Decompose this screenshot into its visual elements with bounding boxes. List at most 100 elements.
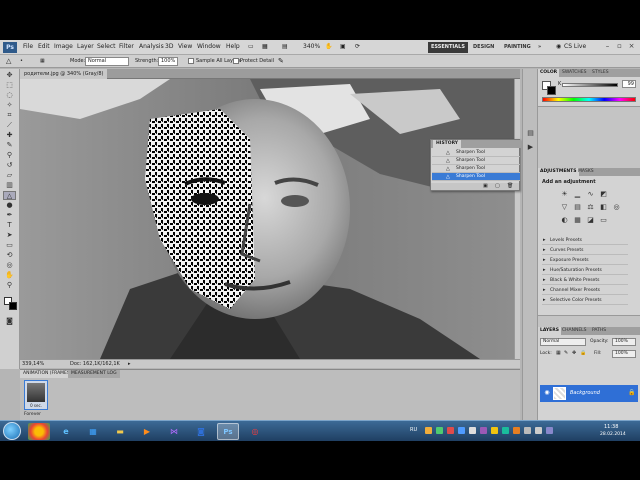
tab-channels[interactable]: CHANNELS (560, 327, 589, 335)
action-center-icon[interactable] (546, 427, 553, 434)
preset-channel-mixer[interactable]: ▸ Channel Mixer Presets (542, 286, 628, 295)
tab-masks[interactable]: MASKS (576, 168, 596, 176)
clone-stamp-tool-icon[interactable]: ⚲ (3, 151, 16, 160)
lasso-tool-icon[interactable]: ◌ (3, 91, 16, 100)
crop-tool-icon[interactable]: ⌗ (3, 111, 16, 120)
rotate-view-icon[interactable]: ⟳ (355, 43, 360, 50)
internet-explorer-icon[interactable]: e (55, 423, 77, 440)
preset-levels[interactable]: ▸ Levels Presets (542, 236, 628, 245)
k-channel-slider[interactable] (562, 83, 618, 87)
new-snapshot-icon[interactable]: ▢ (495, 183, 500, 189)
move-tool-icon[interactable]: ✥ (3, 71, 16, 80)
visual-studio-icon[interactable]: ⋈ (163, 423, 185, 440)
lock-position-icon[interactable]: ✥ (572, 350, 576, 356)
brush-panel-icon[interactable]: ▦ (40, 58, 45, 64)
tab-color[interactable]: COLOR (538, 69, 560, 77)
brightness-contrast-icon[interactable]: ☀ (560, 190, 569, 199)
clock-date[interactable]: 28.02.2014 (600, 432, 626, 437)
hue-saturation-icon[interactable]: ▤ (573, 203, 582, 212)
actions-icon[interactable]: ▶ (526, 143, 535, 152)
dodge-tool-icon[interactable]: ● (3, 201, 16, 210)
tray-icon[interactable] (491, 427, 498, 434)
menu-file[interactable]: File (23, 43, 33, 50)
frame-delay[interactable]: 0 sec. (25, 403, 47, 408)
cs-live-icon[interactable]: ◉ (556, 43, 561, 50)
menu-analysis[interactable]: Analysis (139, 43, 164, 50)
gradient-tool-icon[interactable]: ▥ (3, 181, 16, 190)
tray-icon[interactable] (502, 427, 509, 434)
eyedropper-tool-icon[interactable]: ⟋ (3, 121, 16, 130)
brush-tool-icon[interactable]: ✎ (3, 141, 16, 150)
hand-tool-icon[interactable]: ✋ (3, 271, 16, 280)
background-color[interactable] (547, 86, 556, 95)
mode-select[interactable]: Normal (85, 57, 129, 66)
blend-mode-select[interactable]: Normal (540, 338, 586, 346)
history-state[interactable]: △ Sharpen Tool (432, 157, 520, 165)
vibrance-icon[interactable]: ▽ (560, 203, 569, 212)
history-state[interactable]: △ Sharpen Tool (432, 149, 520, 157)
opera-icon[interactable]: ◎ (244, 423, 266, 440)
color-picker-swatches[interactable] (4, 297, 18, 311)
menu-layer[interactable]: Layer (77, 43, 94, 50)
loop-options[interactable]: Forever (24, 412, 41, 417)
minimize-icon[interactable]: – (603, 42, 612, 51)
history-panel-title[interactable]: HISTORY (433, 140, 462, 148)
tab-adjustments[interactable]: ADJUSTMENTS (538, 168, 579, 176)
posterize-icon[interactable]: ▦ (573, 216, 582, 225)
cs-live-label[interactable]: CS Live (564, 43, 586, 50)
hand-icon[interactable]: ✋ (325, 43, 332, 50)
protect-detail-checkbox[interactable] (233, 58, 239, 64)
menu-image[interactable]: Image (54, 43, 73, 50)
type-tool-icon[interactable]: T (3, 221, 16, 230)
threshold-icon[interactable]: ◪ (586, 216, 595, 225)
fill-input[interactable]: 100% (612, 350, 636, 358)
menu-3d[interactable]: 3D (165, 43, 173, 50)
exposure-icon[interactable]: ◩ (599, 190, 608, 199)
invert-icon[interactable]: ◐ (560, 216, 569, 225)
photoshop-task-icon[interactable]: Ps (217, 423, 239, 440)
layer-name[interactable]: Background (570, 390, 600, 396)
sharpen-tool-icon[interactable]: △ (6, 57, 11, 65)
history-state[interactable]: △ Sharpen Tool (432, 165, 520, 173)
photo-filter-icon[interactable]: ◎ (612, 203, 621, 212)
tray-icon[interactable] (458, 427, 465, 434)
workspace-more[interactable]: » (535, 42, 544, 53)
color-spectrum-bar[interactable] (542, 97, 636, 102)
3d-camera-tool-icon[interactable]: ◎ (3, 261, 16, 270)
messenger-icon[interactable]: ◙ (190, 423, 212, 440)
menu-view[interactable]: View (178, 43, 192, 50)
tray-icon[interactable] (513, 427, 520, 434)
chrome-icon[interactable] (28, 423, 50, 440)
status-arrow-icon[interactable]: ▸ (128, 361, 131, 367)
tab-layers[interactable]: LAYERS (538, 327, 561, 335)
color-balance-icon[interactable]: ⚖ (586, 203, 595, 212)
preset-selective-color[interactable]: ▸ Selective Color Presets (542, 296, 628, 305)
tab-measurement-log[interactable]: MEASUREMENT LOG (68, 370, 120, 378)
menu-window[interactable]: Window (197, 43, 221, 50)
levels-icon[interactable]: ▁ (573, 190, 582, 199)
marquee-tool-icon[interactable]: ⬚ (3, 81, 16, 90)
tab-styles[interactable]: STYLES (590, 69, 611, 77)
path-select-tool-icon[interactable]: ➤ (3, 231, 16, 240)
document-tab[interactable]: родители.jpg @ 340% (Gray/8) (20, 69, 108, 79)
layer-row-background[interactable]: ◉ Background 🔒 (540, 385, 638, 402)
healing-tool-icon[interactable]: ✚ (3, 131, 16, 140)
status-zoom[interactable]: 339,14% (22, 361, 44, 367)
black-white-icon[interactable]: ◧ (599, 203, 608, 212)
shape-tool-icon[interactable]: ▭ (3, 241, 16, 250)
media-player-icon[interactable]: ▶ (136, 423, 158, 440)
sharpen-tool-icon-active[interactable]: △ (3, 191, 16, 200)
history-icon[interactable]: ▤ (526, 129, 535, 138)
menu-filter[interactable]: Filter (119, 43, 134, 50)
tray-icon[interactable] (425, 427, 432, 434)
k-channel-value[interactable]: 99 (622, 80, 636, 88)
zoom-level[interactable]: 340% (303, 43, 320, 50)
lock-all-icon[interactable]: 🔒 (580, 350, 586, 356)
arrange-icon[interactable]: ▤ (282, 43, 288, 50)
menu-help[interactable]: Help (226, 43, 240, 50)
workspace-painting[interactable]: PAINTING (501, 42, 534, 53)
quick-select-tool-icon[interactable]: ✧ (3, 101, 16, 110)
color-swatches[interactable] (542, 81, 556, 95)
document-canvas[interactable] (20, 79, 514, 359)
start-button[interactable] (3, 422, 21, 440)
